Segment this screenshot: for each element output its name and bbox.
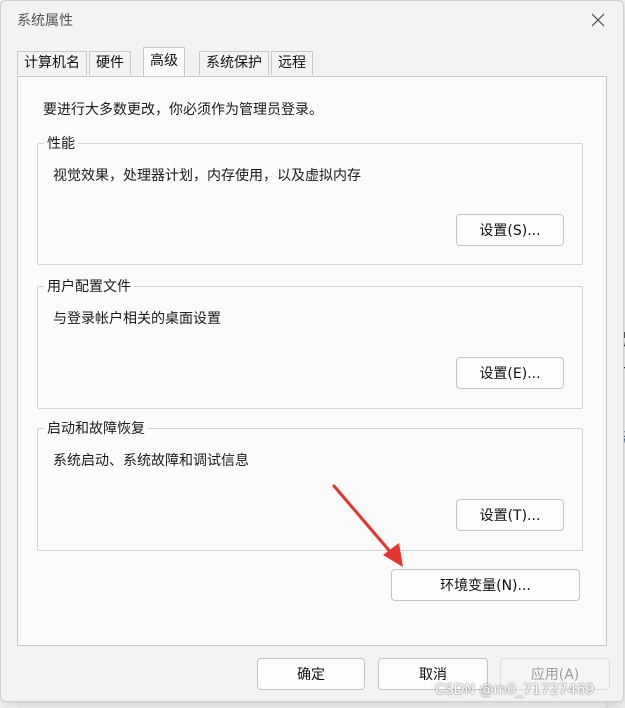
group-description: 与登录帐户相关的桌面设置 — [53, 311, 221, 327]
ok-button[interactable]: 确定 — [257, 658, 365, 690]
startup-recovery-group: 启动和故障恢复 系统启动、系统故障和调试信息 — [37, 418, 583, 551]
tab-hardware[interactable]: 硬件 — [89, 51, 131, 75]
group-title: 启动和故障恢复 — [44, 418, 148, 438]
tab-computer-name[interactable]: 计算机名 — [17, 51, 87, 75]
tab-remote[interactable]: 远程 — [271, 51, 313, 75]
tab-system-protection[interactable]: 系统保护 — [199, 51, 269, 75]
title-bar[interactable]: 系统属性 — [1, 1, 623, 39]
red-arrow-annotation — [332, 484, 403, 567]
window-title: 系统属性 — [17, 13, 73, 29]
group-title: 用户配置文件 — [44, 276, 134, 296]
group-description: 系统启动、系统故障和调试信息 — [53, 453, 249, 469]
system-properties-dialog: 系统属性 计算机名 硬件 高级 系统保护 远程 要进行大多数更改，你必须作为管理… — [0, 0, 624, 702]
group-title: 性能 — [44, 133, 78, 153]
group-description: 视觉效果，处理器计划，内存使用，以及虚拟内存 — [53, 168, 361, 184]
performance-group: 性能 视觉效果，处理器计划，内存使用，以及虚拟内存 — [37, 133, 583, 265]
environment-variables-button[interactable]: 环境变量(N)... — [391, 569, 580, 601]
admin-notice: 要进行大多数更改，你必须作为管理员登录。 — [43, 102, 323, 118]
close-icon — [591, 13, 605, 27]
user-profiles-group: 用户配置文件 与登录帐户相关的桌面设置 — [37, 276, 583, 409]
close-button[interactable] — [583, 7, 613, 33]
csdn-watermark: CSDN @m0_71727469 — [435, 682, 595, 698]
user-profiles-settings-button[interactable]: 设置(E)... — [456, 357, 564, 389]
tab-advanced[interactable]: 高级 — [143, 47, 185, 76]
performance-settings-button[interactable]: 设置(S)... — [456, 214, 564, 246]
startup-recovery-settings-button[interactable]: 设置(T)... — [456, 499, 564, 531]
